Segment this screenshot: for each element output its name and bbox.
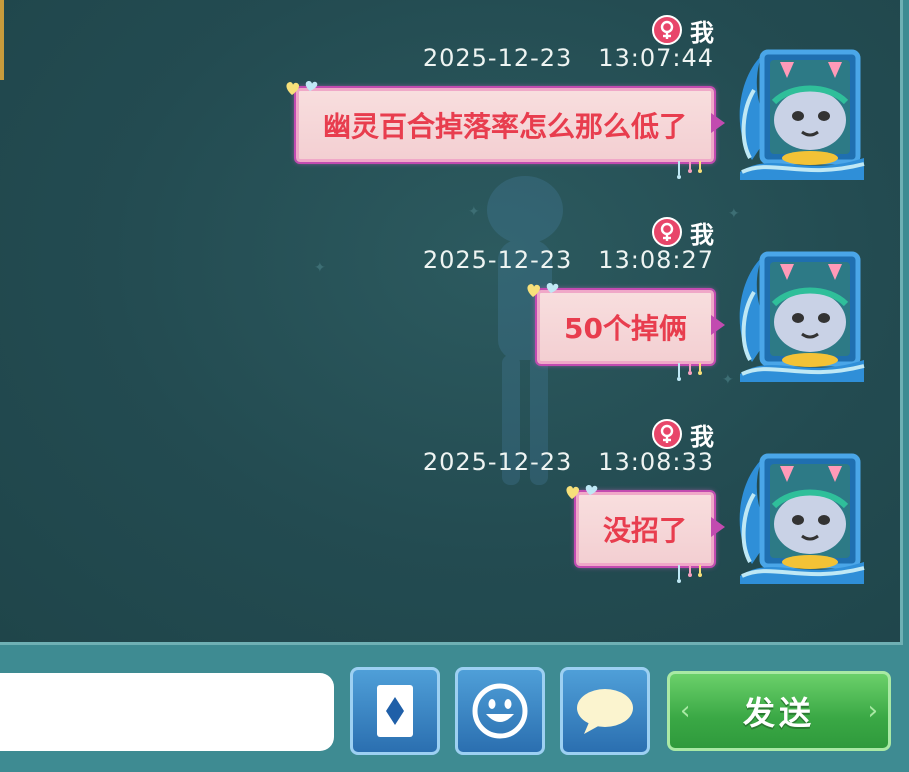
hearts-decoration-icon <box>286 81 318 95</box>
bubble-tail <box>711 517 725 537</box>
card-diamond-icon <box>377 685 413 737</box>
user-avatar[interactable] <box>732 242 872 382</box>
drops-decoration-icon <box>677 161 702 179</box>
chat-input-bar: ‹ 发送 › <box>0 645 909 772</box>
speech-bubble-icon <box>577 689 633 734</box>
message-bubble[interactable]: 没招了 <box>566 485 725 583</box>
user-avatar[interactable] <box>732 40 872 180</box>
drops-decoration-icon <box>677 363 702 381</box>
sender-name: 我 <box>690 422 714 451</box>
smiley-icon <box>472 683 528 739</box>
message-timestamp: 2025-12-23 13:07:44 <box>422 44 714 72</box>
bubble-tail <box>711 315 725 335</box>
user-avatar[interactable] <box>732 444 872 584</box>
drops-decoration-icon <box>677 565 702 583</box>
chat-text-input[interactable] <box>0 673 334 751</box>
message-header: 我 <box>652 14 714 47</box>
message-text: 50个掉俩 <box>564 312 687 345</box>
chevron-left-icon: ‹ <box>680 696 691 726</box>
female-icon <box>652 419 682 449</box>
message-bubble[interactable]: 幽灵百合掉落率怎么那么低了 <box>286 81 725 179</box>
message-text: 没招了 <box>602 514 687 547</box>
card-button[interactable] <box>350 667 440 755</box>
message-bubble[interactable]: 50个掉俩 <box>527 283 725 381</box>
chat-message: 我 2025-12-23 13:07:44 幽灵百合掉落率怎么那么低了 <box>0 0 900 200</box>
chat-panel: ✦ ✦ ✦ ✦ 我 2025-12-23 13:07:44 幽灵百合掉落率怎么那… <box>0 0 903 645</box>
female-icon <box>652 217 682 247</box>
send-button[interactable]: ‹ 发送 › <box>667 671 891 751</box>
send-button-label: 发送 <box>742 694 815 732</box>
chat-message: 我 2025-12-23 13:08:33 没招了 <box>0 404 900 604</box>
chat-bubble-button[interactable] <box>560 667 650 755</box>
bubble-tail <box>711 113 725 133</box>
sender-name: 我 <box>690 220 714 249</box>
message-timestamp: 2025-12-23 13:08:27 <box>422 246 714 274</box>
message-header: 我 <box>652 216 714 249</box>
message-text: 幽灵百合掉落率怎么那么低了 <box>322 110 687 143</box>
emoji-button[interactable] <box>455 667 545 755</box>
message-header: 我 <box>652 418 714 451</box>
hearts-decoration-icon <box>566 485 598 499</box>
chat-message: 我 2025-12-23 13:08:27 50个掉俩 <box>0 202 900 402</box>
female-icon <box>652 15 682 45</box>
hearts-decoration-icon <box>527 283 559 297</box>
message-timestamp: 2025-12-23 13:08:33 <box>422 448 714 476</box>
chevron-right-icon: › <box>867 696 878 726</box>
sender-name: 我 <box>690 18 714 47</box>
